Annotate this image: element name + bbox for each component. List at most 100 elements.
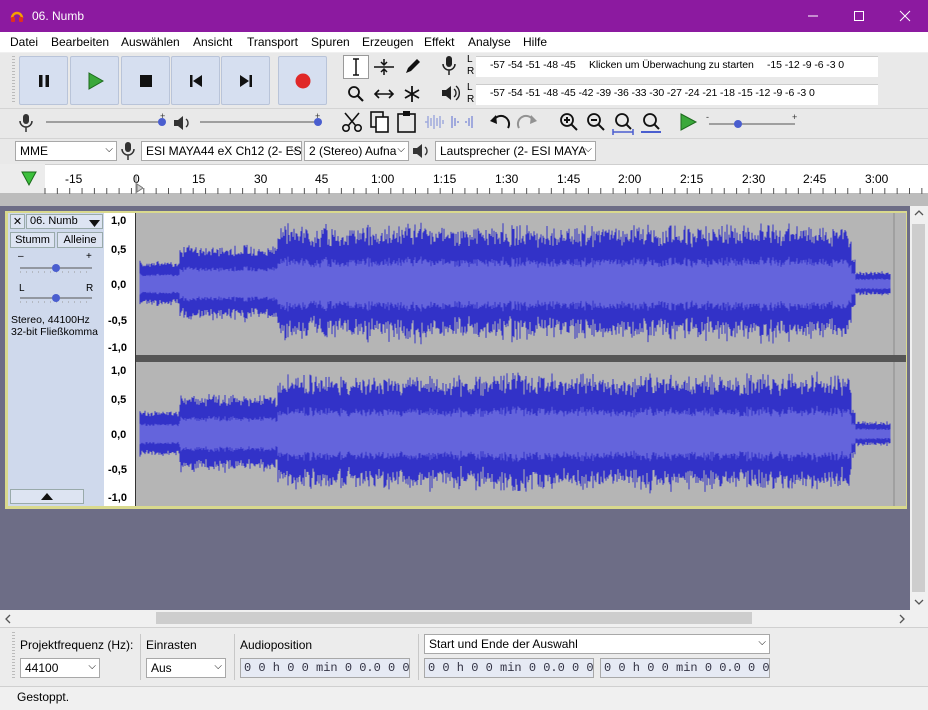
menu-transport[interactable]: Transport (247, 35, 298, 49)
record-meter-mic-icon[interactable] (440, 55, 458, 80)
pause-button[interactable] (19, 56, 68, 105)
close-window-button[interactable] (882, 0, 928, 32)
toolbar-grip[interactable] (12, 56, 15, 104)
ruler-label: 2:00 (618, 172, 642, 186)
track-format-info: Stereo, 44100Hz (11, 314, 90, 326)
project-rate-label: Projektfrequenz (Hz): (20, 638, 134, 652)
trim-button[interactable] (423, 112, 447, 135)
rec-meter-scale: -57 -54 -51 -48 -45 (490, 59, 576, 71)
skip-to-start-button[interactable] (171, 56, 220, 105)
menu-analyse[interactable]: Analyse (468, 35, 511, 49)
play-meter-left-label: L (467, 82, 473, 93)
multi-tool[interactable] (399, 82, 425, 106)
record-icon (295, 73, 310, 88)
vertical-amplitude-scale[interactable] (104, 213, 136, 506)
selection-mode-select[interactable]: Start und Ende der Auswahl ⌵ (424, 634, 770, 654)
play-meter-scale: -57 -54 -51 -48 -45 -42 -39 -36 -33 -30 … (490, 87, 815, 99)
zoom-tool[interactable] (343, 82, 369, 106)
copy-icon (370, 111, 389, 133)
undo-button[interactable] (488, 112, 512, 135)
selection-end-time[interactable]: 0 0 h 0 0 min 0 0.0 0 0 sec (600, 658, 770, 678)
skip-end-icon (239, 74, 252, 87)
scroll-down-arrow-icon[interactable] (913, 596, 925, 610)
redo-icon (516, 114, 537, 129)
fit-selection-button[interactable] (611, 111, 635, 138)
input-device-select[interactable]: ESI MAYA44 eX Ch12 (2- ES ⌵ (141, 141, 302, 161)
selection-toolbar-grip[interactable] (12, 632, 15, 680)
pan-slider[interactable] (18, 292, 94, 304)
vertical-scroll-thumb[interactable] (912, 224, 925, 592)
audio-host-select[interactable]: MME ⌵ (15, 141, 117, 161)
window-title: 06. Numb (32, 9, 85, 23)
ruler-label: 2:30 (742, 172, 766, 186)
gain-slider[interactable] (18, 262, 94, 274)
mute-button[interactable]: Stumm (10, 232, 55, 248)
output-device-select[interactable]: Lautsprecher (2- ESI MAYA ⌵ (435, 141, 596, 161)
cut-button[interactable] (340, 110, 364, 137)
input-channels-select[interactable]: 2 (Stereo) Aufna ⌵ (304, 141, 409, 161)
redo-button[interactable] (515, 112, 539, 135)
zoom-out-icon (587, 113, 605, 131)
menu-datei[interactable]: Datei (10, 35, 38, 49)
play-at-speed-button[interactable] (678, 112, 698, 135)
record-button[interactable] (278, 56, 327, 105)
snap-select[interactable]: Aus ⌵ (146, 658, 226, 678)
play-button[interactable] (70, 56, 119, 105)
project-rate-select[interactable]: 44100 ⌵ (20, 658, 100, 678)
gain-minus-label: – (18, 251, 24, 262)
waveform-channel-right[interactable] (136, 362, 906, 506)
waveform-channel-left[interactable] (136, 213, 906, 355)
menu-effekt[interactable]: Effekt (424, 35, 454, 49)
ruler-label: 1:30 (495, 172, 519, 186)
skip-to-end-button[interactable] (221, 56, 270, 105)
rec-meter-hint[interactable]: Klicken um Überwachung zu starten (589, 59, 754, 71)
maximize-button[interactable] (836, 0, 882, 32)
minimize-button[interactable] (790, 0, 836, 32)
menu-ansicht[interactable]: Ansicht (193, 35, 232, 49)
selection-tool[interactable] (343, 55, 369, 79)
scale-label: -0,5 (108, 464, 127, 476)
scale-label: 0,0 (111, 279, 127, 291)
menu-bearbeiten[interactable]: Bearbeiten (51, 35, 109, 49)
copy-button[interactable] (368, 110, 392, 137)
draw-tool[interactable] (399, 55, 425, 79)
scroll-left-arrow-icon[interactable] (3, 613, 13, 628)
i-beam-icon (353, 58, 359, 76)
track-close-button[interactable]: ✕ (10, 214, 25, 229)
envelope-tool[interactable] (371, 55, 397, 79)
zoom-out-button[interactable] (585, 111, 607, 136)
envelope-icon (374, 59, 394, 75)
scroll-right-arrow-icon[interactable] (897, 613, 907, 628)
channel-separator (136, 355, 906, 362)
playback-meter-speaker-icon[interactable] (440, 83, 460, 106)
status-text: Gestoppt. (17, 690, 70, 704)
rec-meter-right-label: R (467, 66, 475, 77)
stop-button[interactable] (121, 56, 170, 105)
audio-position-label: Audioposition (240, 638, 313, 652)
menu-spuren[interactable]: Spuren (311, 35, 350, 49)
menu-auswaehlen[interactable]: Auswählen (121, 35, 180, 49)
menu-erzeugen[interactable]: Erzeugen (362, 35, 413, 49)
silence-button[interactable] (450, 112, 474, 135)
audio-position-time[interactable]: 0 0 h 0 0 min 0 0.0 0 0 sec (240, 658, 410, 678)
track-sample-format: 32-bit Fließkomma (11, 326, 98, 338)
fit-selection-icon (612, 113, 634, 135)
scroll-up-arrow-icon[interactable] (913, 207, 925, 221)
scale-label: 0,5 (111, 244, 127, 256)
scale-label: 0,0 (111, 429, 127, 441)
zoom-in-button[interactable] (558, 111, 580, 136)
playback-volume-slider[interactable]: + (198, 111, 324, 127)
horizontal-scroll-thumb[interactable] (156, 612, 752, 624)
input-device-mic-icon (120, 140, 136, 165)
solo-button[interactable]: Alleine (57, 232, 103, 248)
fit-project-button[interactable] (639, 111, 663, 138)
menu-hilfe[interactable]: Hilfe (523, 35, 547, 49)
selection-start-time[interactable]: 0 0 h 0 0 min 0 0.0 0 0 sec (424, 658, 594, 678)
collapse-track-button[interactable] (10, 489, 84, 504)
magnifier-icon (348, 86, 364, 102)
paste-button[interactable] (395, 110, 419, 137)
time-shift-tool[interactable] (371, 82, 397, 106)
play-icon (88, 71, 104, 90)
play-speed-slider[interactable]: - + (706, 112, 798, 129)
recording-volume-slider[interactable]: + (44, 111, 166, 127)
